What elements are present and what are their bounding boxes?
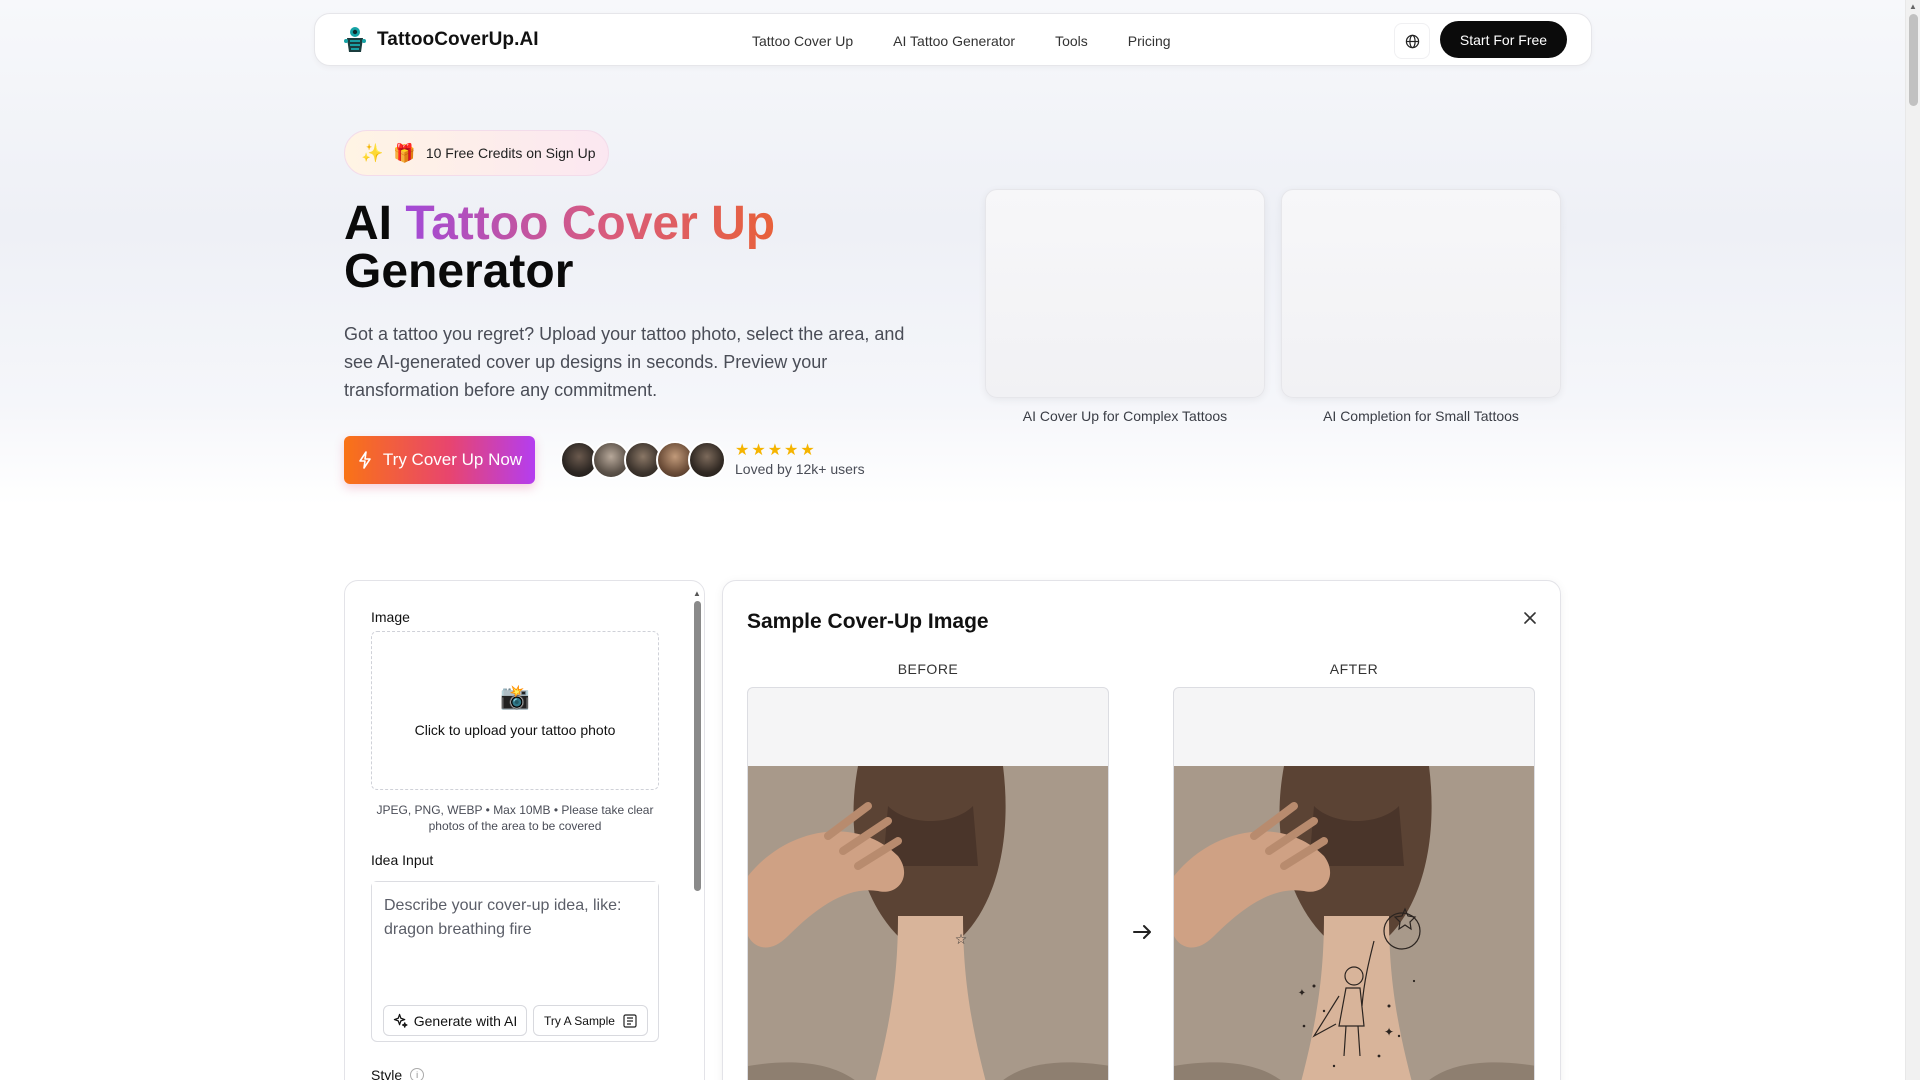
sparkle-icon: ✨: [361, 142, 384, 163]
badge-text: 10 Free Credits on Sign Up: [425, 145, 596, 161]
bolt-icon: [359, 451, 371, 469]
brand-logo-icon: [344, 27, 366, 52]
svg-text:✦: ✦: [1384, 1025, 1394, 1039]
free-credits-badge: ✨ 🎁 10 Free Credits on Sign Up: [344, 130, 609, 176]
upload-dropzone[interactable]: 📸 Click to upload your tattoo photo: [371, 631, 659, 790]
style-label: Style: [371, 1067, 403, 1080]
top-navbar: TattooCoverUp.AI Tattoo Cover Up AI Tatt…: [314, 13, 1592, 66]
brand[interactable]: TattooCoverUp.AI: [343, 26, 539, 54]
star-icon: ★: [751, 442, 766, 459]
generate-with-ai-button[interactable]: Generate with AI: [383, 1005, 527, 1036]
image-icon: [623, 1013, 637, 1028]
info-icon[interactable]: i: [410, 1068, 425, 1080]
upload-hint: JPEG, PNG, WEBP • Max 10MB • Please take…: [376, 803, 654, 833]
user-avatars: [560, 441, 726, 479]
page-scrollbar[interactable]: ▲: [1905, 0, 1920, 1080]
complex-tattoos-label: AI Cover Up for Complex Tattoos: [1022, 408, 1228, 424]
idea-input[interactable]: [372, 882, 658, 992]
hero-background: [0, 0, 1905, 505]
camera-icon: 📸: [500, 684, 530, 711]
language-button[interactable]: [1394, 23, 1430, 59]
nav-links: Tattoo Cover Up AI Tattoo Generator Tool…: [752, 14, 1211, 67]
before-label: BEFORE: [897, 661, 959, 677]
small-tattoos-card[interactable]: [1281, 189, 1561, 398]
arrow-right-icon: [1133, 925, 1151, 939]
scroll-up-arrow-icon[interactable]: ▲: [693, 589, 701, 598]
idea-input-box: Generate with AI Try A Sample: [371, 881, 659, 1042]
start-for-free-button[interactable]: Start For Free: [1440, 21, 1567, 58]
globe-icon: [1405, 34, 1419, 48]
panel-scroll-thumb[interactable]: [694, 601, 701, 891]
modal-title: Sample Cover-Up Image: [747, 610, 989, 633]
hero-title-rest: Generator: [344, 245, 574, 298]
try-cover-up-label: Try Cover Up Now: [382, 450, 523, 469]
idea-input-label: Idea Input: [371, 852, 434, 868]
after-photo: ✦ ✦: [1174, 766, 1534, 1080]
close-icon[interactable]: [1519, 607, 1541, 629]
nav-link-tools[interactable]: Tools: [1055, 33, 1088, 49]
svg-text:☆: ☆: [955, 932, 968, 948]
star-icon: ★: [800, 442, 815, 459]
gift-icon: 🎁: [393, 142, 416, 163]
panel-scrollbar[interactable]: ▲: [692, 589, 702, 1080]
try-cover-up-button[interactable]: Try Cover Up Now: [344, 436, 535, 484]
small-tattoos-label: AI Completion for Small Tattoos: [1323, 408, 1519, 424]
image-label: Image: [371, 609, 410, 625]
try-a-sample-label: Try A Sample: [544, 1013, 615, 1028]
generate-with-ai-label: Generate with AI: [413, 1012, 518, 1029]
hero-title: AI Tattoo Cover Up Generator: [344, 200, 904, 296]
hero-description: Got a tattoo you regret? Upload your tat…: [344, 324, 905, 400]
nav-link-ai-tattoo-generator[interactable]: AI Tattoo Generator: [893, 33, 1015, 49]
star-icon: ★: [735, 442, 750, 459]
nav-link-tattoo-cover-up[interactable]: Tattoo Cover Up: [752, 33, 853, 49]
sparkles-icon: [393, 1013, 408, 1028]
style-row: Style i: [371, 1067, 425, 1080]
try-a-sample-button[interactable]: Try A Sample: [533, 1005, 648, 1036]
rating-stars: ★ ★ ★ ★ ★: [735, 440, 815, 460]
after-label: AFTER: [1329, 661, 1379, 677]
complex-tattoos-card[interactable]: [985, 189, 1265, 398]
after-image-frame: ✦ ✦: [1173, 687, 1535, 1080]
hero-title-gradient: Tattoo Cover Up: [405, 197, 776, 250]
upload-text: Click to upload your tattoo photo: [414, 722, 616, 738]
page-scroll-thumb[interactable]: [1909, 14, 1918, 106]
tool-panel: Image 📸 Click to upload your tattoo phot…: [344, 580, 705, 1080]
svg-text:✦: ✦: [1298, 988, 1306, 999]
star-icon: ★: [784, 442, 799, 459]
before-photo: ☆: [748, 766, 1108, 1080]
before-image-frame: ☆: [747, 687, 1109, 1080]
loved-by-text: Loved by 12k+ users: [735, 461, 865, 477]
brand-name: TattooCoverUp.AI: [377, 29, 539, 50]
before-neck-image: ☆: [748, 766, 1108, 1080]
avatar: [688, 441, 726, 479]
nav-link-pricing[interactable]: Pricing: [1128, 33, 1171, 49]
star-icon: ★: [767, 442, 783, 459]
after-neck-image: ✦ ✦: [1174, 766, 1534, 1080]
sample-modal: Sample Cover-Up Image BEFORE AFTER ☆ ✦ ✦: [722, 580, 1561, 1080]
scroll-up-arrow-icon[interactable]: ▲: [1909, 2, 1917, 11]
hero-title-ai: AI: [344, 197, 392, 250]
